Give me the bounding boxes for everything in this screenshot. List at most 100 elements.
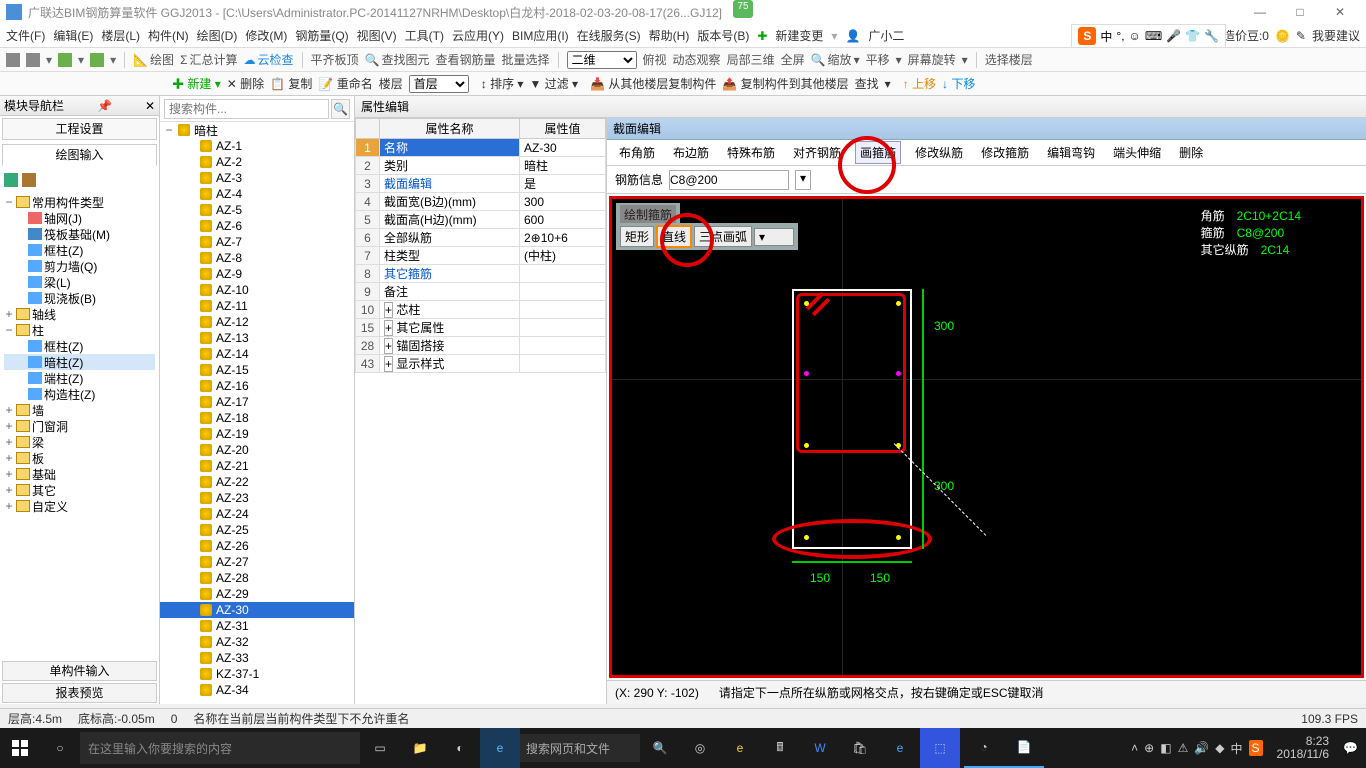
list-item[interactable]: AZ-32 <box>160 634 354 650</box>
section-tab[interactable]: 修改纵筋 <box>911 142 967 163</box>
section-tab[interactable]: 删除 <box>1175 142 1207 163</box>
list-item[interactable]: AZ-18 <box>160 410 354 426</box>
open-icon[interactable] <box>6 53 20 67</box>
menu-rebar[interactable]: 钢筋量(Q) <box>295 27 348 44</box>
task-running-2[interactable]: 📄 <box>1004 728 1044 768</box>
section-tab[interactable]: 布边筋 <box>669 142 713 163</box>
new-change-icon[interactable]: ✚ <box>757 29 767 43</box>
ime-emoji-icon[interactable]: ☺ <box>1129 29 1141 43</box>
ime-skin-icon[interactable]: 👕 <box>1185 29 1200 43</box>
property-row[interactable]: 3截面编辑是 <box>356 175 606 193</box>
menu-edit[interactable]: 编辑(E) <box>53 27 93 44</box>
menu-floor[interactable]: 楼层(L) <box>101 27 140 44</box>
property-row[interactable]: 7柱类型(中柱) <box>356 247 606 265</box>
list-item[interactable]: AZ-7 <box>160 234 354 250</box>
local-3d-button[interactable]: 局部三维 <box>727 51 775 68</box>
search-icon[interactable]: 🔍 <box>331 99 350 119</box>
top-view-button[interactable]: 俯视 <box>643 51 667 68</box>
zoom-button[interactable]: 🔍 缩放 ▾ <box>811 51 860 68</box>
property-row[interactable]: 43+ 显示样式 <box>356 355 606 373</box>
new-change-button[interactable]: 新建变更 <box>775 27 823 44</box>
save-icon[interactable] <box>26 53 40 67</box>
list-item[interactable]: AZ-14 <box>160 346 354 362</box>
task-view-icon[interactable]: ▭ <box>360 728 400 768</box>
menu-bim[interactable]: BIM应用(I) <box>512 27 569 44</box>
property-row[interactable]: 4截面宽(B边)(mm)300 <box>356 193 606 211</box>
search-input[interactable] <box>164 99 329 119</box>
section-tab[interactable]: 对齐钢筋 <box>789 142 845 163</box>
pin-icon[interactable]: 📌 <box>97 99 112 113</box>
pan-button[interactable]: 平移 <box>866 51 890 68</box>
menu-view[interactable]: 视图(V) <box>357 27 397 44</box>
list-item[interactable]: AZ-26 <box>160 538 354 554</box>
list-item[interactable]: AZ-1 <box>160 138 354 154</box>
sort-button[interactable]: ↕ 排序 ▾ <box>481 75 524 92</box>
ie-icon[interactable]: e <box>480 728 520 768</box>
section-tab[interactable]: 编辑弯钩 <box>1043 142 1099 163</box>
tab-draw-input[interactable]: 绘图输入 <box>2 144 157 166</box>
list-item[interactable]: AZ-3 <box>160 170 354 186</box>
minimize-button[interactable]: — <box>1240 5 1280 19</box>
close-button[interactable]: ✕ <box>1320 5 1360 19</box>
find-element-button[interactable]: 🔍 查找图元 <box>365 51 430 68</box>
notification-icon[interactable]: 💬 <box>1343 741 1358 755</box>
move-down-button[interactable]: ↓ 下移 <box>942 75 975 92</box>
tray-net-icon[interactable]: ⚠ <box>1178 741 1189 755</box>
copy-button[interactable]: 📋 复制 <box>270 75 312 92</box>
menu-version[interactable]: 版本号(B) <box>697 27 749 44</box>
undo-icon[interactable] <box>58 53 72 67</box>
list-item[interactable]: AZ-25 <box>160 522 354 538</box>
section-tab[interactable]: 特殊布筋 <box>723 142 779 163</box>
filter-button[interactable]: ▼ 过滤 ▾ <box>529 75 578 92</box>
tab-single-input[interactable]: 单构件输入 <box>2 661 157 681</box>
list-item[interactable]: AZ-5 <box>160 202 354 218</box>
browser-search[interactable]: 搜索网页和文件 <box>520 734 640 762</box>
property-row[interactable]: 2类别暗柱 <box>356 157 606 175</box>
list-item[interactable]: AZ-6 <box>160 218 354 234</box>
property-table[interactable]: 属性名称属性值 1名称AZ-302类别暗柱3截面编辑是4截面宽(B边)(mm)3… <box>355 118 607 704</box>
tray-up-icon[interactable]: ˄ <box>1131 741 1138 755</box>
section-tab[interactable]: 端头伸缩 <box>1109 142 1165 163</box>
list-item[interactable]: AZ-17 <box>160 394 354 410</box>
menu-online[interactable]: 在线服务(S) <box>577 27 641 44</box>
draw-rect-button[interactable]: 矩形 <box>620 226 654 247</box>
nav-icon-1[interactable] <box>4 173 18 187</box>
section-canvas[interactable]: 绘制箍筋 矩形 直线 三点画弧 ▾ 角筋 2C10+2C14 箍筋 C8@200… <box>609 196 1364 678</box>
draw-button[interactable]: 📐 绘图 <box>133 51 174 68</box>
list-item[interactable]: AZ-9 <box>160 266 354 282</box>
ime-tool-icon[interactable]: 🔧 <box>1204 29 1219 43</box>
feedback-button[interactable]: 我要建议 <box>1312 27 1360 44</box>
taskbar-search[interactable]: 在这里输入你要搜索的内容 <box>80 732 360 764</box>
tray-sogou-icon[interactable]: S <box>1249 740 1263 756</box>
menu-component[interactable]: 构件(N) <box>148 27 189 44</box>
list-item[interactable]: AZ-10 <box>160 282 354 298</box>
list-item[interactable]: AZ-33 <box>160 650 354 666</box>
ime-mode[interactable]: 中 <box>1100 28 1112 45</box>
list-item[interactable]: AZ-19 <box>160 426 354 442</box>
move-up-button[interactable]: ↑ 上移 <box>903 75 936 92</box>
list-item[interactable]: AZ-29 <box>160 586 354 602</box>
explorer-icon[interactable]: 📁 <box>400 728 440 768</box>
menu-tool[interactable]: 工具(T) <box>405 27 444 44</box>
task-ie2-icon[interactable]: e <box>720 728 760 768</box>
list-item[interactable]: AZ-27 <box>160 554 354 570</box>
task-app-icon[interactable]: ⬚ <box>920 728 960 768</box>
edit-icon[interactable]: ✎ <box>1296 29 1306 43</box>
ime-voice-icon[interactable]: 🎤 <box>1166 29 1181 43</box>
list-item[interactable]: AZ-12 <box>160 314 354 330</box>
tab-report-preview[interactable]: 报表预览 <box>2 683 157 703</box>
list-item[interactable]: AZ-8 <box>160 250 354 266</box>
dock-close-icon[interactable]: ✕ <box>145 99 155 113</box>
list-item[interactable]: AZ-2 <box>160 154 354 170</box>
rename-button[interactable]: 📝 重命名 <box>318 75 372 92</box>
property-row[interactable]: 9备注 <box>356 283 606 301</box>
tab-project-settings[interactable]: 工程设置 <box>2 118 157 140</box>
property-row[interactable]: 15+ 其它属性 <box>356 319 606 337</box>
task-calc-icon[interactable]: 🖩 <box>760 728 800 768</box>
component-list[interactable]: −暗柱 AZ-1AZ-2AZ-3AZ-4AZ-5AZ-6AZ-7AZ-8AZ-9… <box>160 122 354 704</box>
property-row[interactable]: 10+ 芯柱 <box>356 301 606 319</box>
list-item[interactable]: KZ-37-1 <box>160 666 354 682</box>
dropdown-icon[interactable]: ▾ <box>795 170 811 190</box>
user-name[interactable]: 广小二 <box>868 27 904 44</box>
draw-arc-button[interactable]: 三点画弧 <box>694 226 752 247</box>
